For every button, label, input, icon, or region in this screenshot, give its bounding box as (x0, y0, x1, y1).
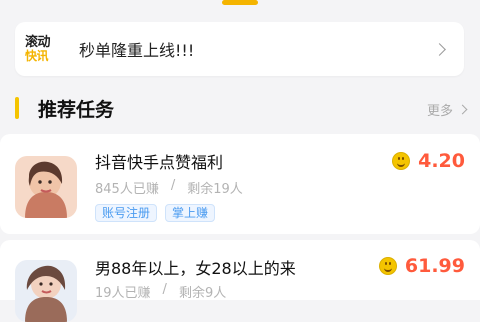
meta-separator: / (170, 178, 176, 193)
remaining-count: 剩余19人 (187, 182, 243, 197)
meta-separator: / (162, 282, 167, 297)
task-thumbnail (15, 260, 77, 322)
task-thumbnail (15, 156, 77, 218)
remaining-count: 剩余9人 (178, 286, 227, 301)
earned-count: 845人已赚 (95, 182, 159, 197)
news-text: 秒单隆重上线!!! (79, 41, 195, 60)
avatar-image (15, 260, 77, 322)
reward-amount: 4.20 (418, 150, 465, 172)
task-tags: 账号注册 掌上赚 (95, 204, 216, 222)
task-card[interactable]: 抖音快手点赞福利 845人已赚 / 剩余19人 账号注册 掌上赚 4.20 (0, 134, 480, 234)
task-card[interactable]: 男88年以上，女28以上的来 19人已赚 / 剩余9人 61.99 (0, 240, 480, 322)
news-logo: 滚动 快讯 (25, 36, 59, 62)
tag-platform: 掌上赚 (165, 204, 216, 222)
active-tab-indicator (222, 0, 258, 5)
smiley-coin-icon (378, 257, 397, 275)
news-logo-line1: 滚动 (25, 34, 51, 50)
news-logo-line2: 快讯 (25, 48, 49, 63)
more-label: 更多 (426, 104, 453, 119)
task-meta: 845人已赚 / 剩余19人 (95, 178, 243, 197)
section-accent-bar (15, 97, 19, 119)
section-title: 推荐任务 (38, 99, 115, 121)
chevron-right-icon (433, 42, 446, 56)
tag-account-register: 账号注册 (95, 204, 158, 222)
reward: 61.99 (378, 255, 465, 277)
reward: 4.20 (392, 150, 465, 172)
news-ticker[interactable]: 滚动 快讯 秒单隆重上线!!! (15, 22, 464, 76)
task-title: 男88年以上，女28以上的来 (95, 259, 296, 278)
more-link[interactable]: 更多 (426, 100, 468, 119)
smiley-coin-icon (392, 152, 411, 170)
reward-amount: 61.99 (404, 255, 465, 277)
chevron-right-icon (457, 104, 468, 115)
avatar-image (15, 156, 77, 218)
task-title: 抖音快手点赞福利 (95, 153, 224, 172)
earned-count: 19人已赚 (95, 286, 151, 301)
task-meta: 19人已赚 / 剩余9人 (95, 282, 226, 301)
